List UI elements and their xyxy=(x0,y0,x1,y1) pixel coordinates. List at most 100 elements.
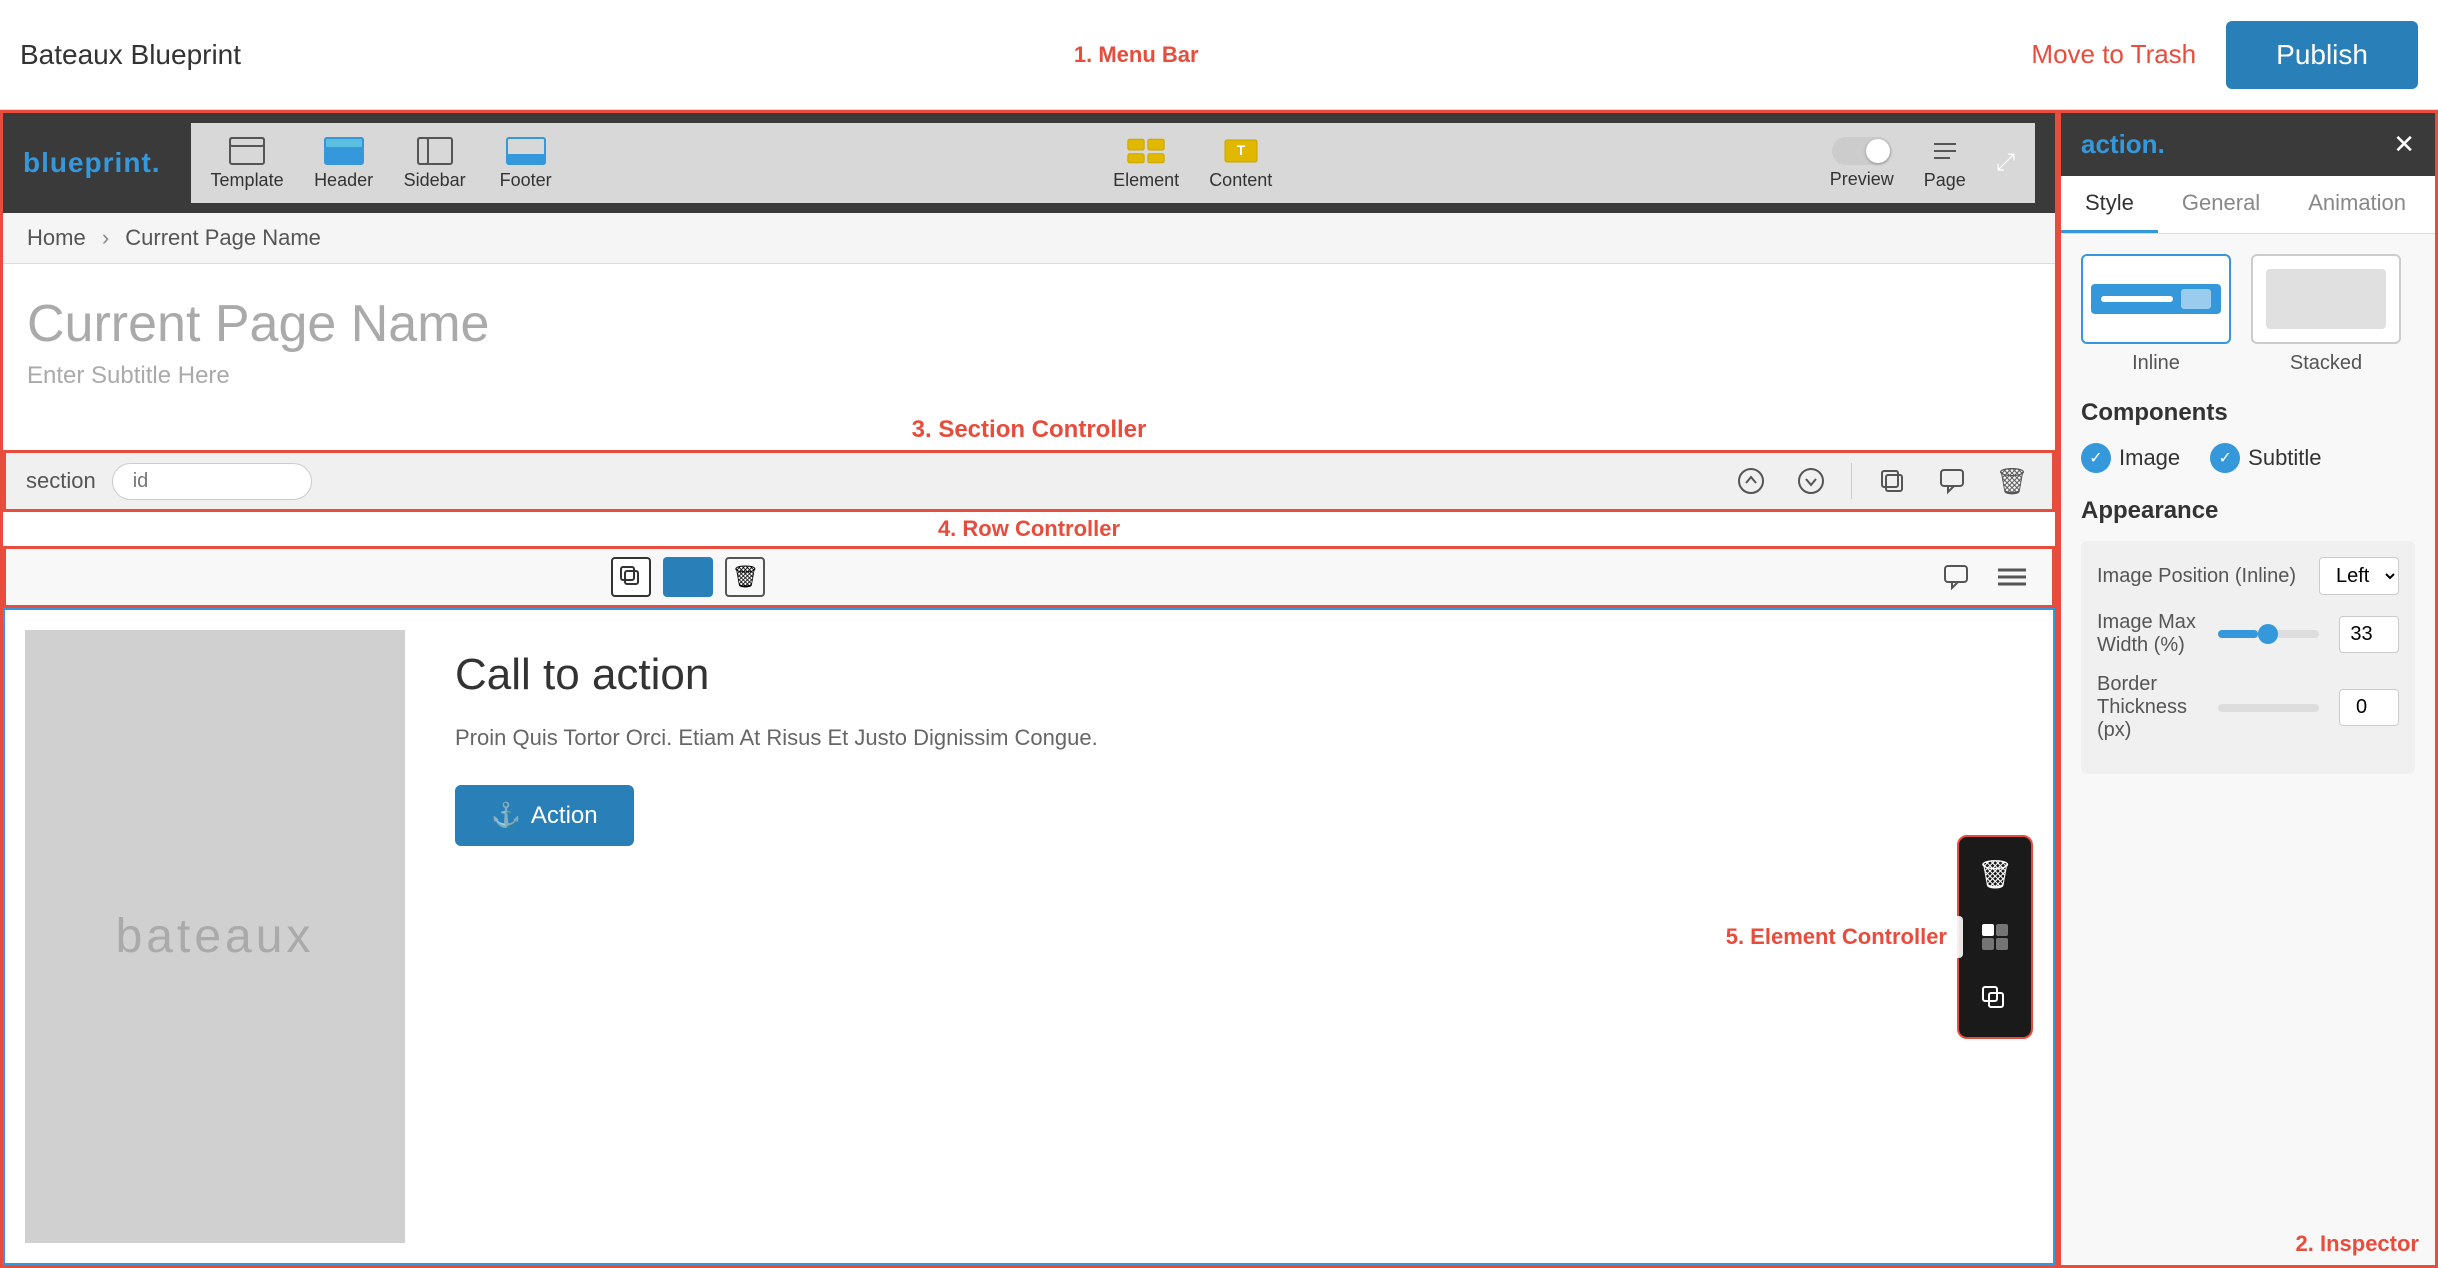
template-icon xyxy=(227,136,267,166)
border-thickness-slider[interactable] xyxy=(2218,704,2319,712)
toolbar-tools: Template Header Sidebar xyxy=(191,123,2035,203)
section-divider xyxy=(1851,463,1852,499)
content-area: bateaux Call to action Proin Quis Tortor… xyxy=(3,608,2055,1265)
subtitle-check-icon: ✓ xyxy=(2210,443,2240,473)
appearance-section-title: Appearance xyxy=(2081,497,2415,525)
tab-style[interactable]: Style xyxy=(2061,176,2158,233)
row-ctrl-center: 🗑 xyxy=(611,557,765,597)
cta-button-label: Action xyxy=(531,802,598,830)
stacked-preview-bar xyxy=(2266,269,2386,329)
tab-animation[interactable]: Animation xyxy=(2284,176,2430,233)
main-layout: blueprint. Template Header xyxy=(0,110,2438,1268)
preview-switch[interactable] xyxy=(1832,137,1892,165)
svg-text:T: T xyxy=(1236,142,1245,158)
section-duplicate-button[interactable] xyxy=(1872,461,1912,501)
tool-footer[interactable]: Footer xyxy=(496,136,556,191)
section-actions: 🗑 xyxy=(1731,461,2032,501)
border-thickness-row: Border Thickness (px) xyxy=(2097,673,2399,742)
section-delete-button[interactable]: 🗑 xyxy=(1992,461,2032,501)
component-image-label: Image xyxy=(2119,445,2180,471)
image-max-width-row: Image Max Width (%) xyxy=(2097,611,2399,657)
publish-button[interactable]: Publish xyxy=(2226,21,2418,89)
element-controller: 🗑 xyxy=(1957,835,2033,1039)
image-max-width-input[interactable] xyxy=(2339,616,2399,653)
image-position-select[interactable]: Left xyxy=(2319,557,2399,595)
inspector-close-button[interactable]: ✕ xyxy=(2393,129,2415,160)
page-label-text: Page xyxy=(1924,170,1966,191)
page-header: Current Page Name Enter Subtitle Here xyxy=(3,264,2055,410)
preview-toggle[interactable]: Preview xyxy=(1830,137,1894,190)
row-copy-button[interactable] xyxy=(611,557,651,597)
footer-icon xyxy=(506,136,546,166)
page-icon xyxy=(1925,136,1965,166)
image-max-width-slider[interactable] xyxy=(2218,630,2319,638)
tool-header[interactable]: Header xyxy=(314,136,374,191)
component-subtitle[interactable]: ✓ Subtitle xyxy=(2210,443,2321,473)
appearance-section: Image Position (Inline) Left Image Max W… xyxy=(2081,541,2415,774)
blueprint-brand: blueprint. xyxy=(23,147,161,179)
inline-preview-bar xyxy=(2091,284,2221,314)
section-move-down-button[interactable] xyxy=(1791,461,1831,501)
tool-page[interactable]: Page xyxy=(1924,136,1966,191)
style-option-stacked[interactable]: Stacked xyxy=(2251,254,2401,375)
component-image[interactable]: ✓ Image xyxy=(2081,443,2180,473)
inspector-bottom-label: 2. Inspector xyxy=(2061,1223,2435,1265)
page-title: Current Page Name xyxy=(27,294,2031,354)
section-controller: section 🗑 xyxy=(3,450,2055,512)
components-row: ✓ Image ✓ Subtitle xyxy=(2081,443,2415,473)
image-placeholder: bateaux xyxy=(25,630,405,1243)
border-thickness-label: Border Thickness (px) xyxy=(2097,673,2198,742)
header-icon xyxy=(324,136,364,166)
placeholder-text: bateaux xyxy=(116,909,315,964)
breadcrumb-separator: › xyxy=(102,225,109,250)
style-inline-label: Inline xyxy=(2132,352,2180,375)
footer-label: Footer xyxy=(500,170,552,191)
header-label: Header xyxy=(314,170,373,191)
cta-action-button[interactable]: ⚓ Action xyxy=(455,785,634,846)
inspector-header: action. ✕ xyxy=(2061,113,2435,176)
element-move-button[interactable] xyxy=(1969,911,2021,963)
tab-general[interactable]: General xyxy=(2158,176,2284,233)
move-to-trash-button[interactable]: Move to Trash xyxy=(2031,39,2196,70)
section-comment-button[interactable] xyxy=(1932,461,1972,501)
breadcrumb-home[interactable]: Home xyxy=(27,225,86,250)
inspector-tabs: Style General Animation xyxy=(2061,176,2435,234)
menu-bar-label: 1. Menu Bar xyxy=(1074,42,1199,68)
row-color-button[interactable] xyxy=(663,557,713,597)
row-controller: 🗑 xyxy=(3,546,2055,608)
element-delete-button[interactable]: 🗑 xyxy=(1969,849,2021,901)
inline-box xyxy=(2181,289,2211,309)
element-copy-button[interactable] xyxy=(1969,973,2021,1025)
tool-template[interactable]: Template xyxy=(211,136,284,191)
row-delete-button[interactable]: 🗑 xyxy=(725,557,765,597)
expand-icon[interactable]: ⤢ xyxy=(1996,149,2015,177)
content-icon: T xyxy=(1221,136,1261,166)
style-option-inline[interactable]: Inline xyxy=(2081,254,2231,375)
section-id-input[interactable] xyxy=(112,463,312,500)
content-label: Content xyxy=(1209,170,1272,191)
element-controller-label-container: 5. Element Controller xyxy=(1710,916,1963,958)
inline-bar xyxy=(2101,296,2173,302)
tool-content[interactable]: T Content xyxy=(1209,136,1272,191)
slider-fill xyxy=(2218,630,2258,638)
section-controller-label-row: 3. Section Controller xyxy=(3,410,2055,450)
component-subtitle-label: Subtitle xyxy=(2248,445,2321,471)
row-menu-button[interactable] xyxy=(1992,557,2032,597)
center-content: blueprint. Template Header xyxy=(0,110,2058,1268)
inspector-title: action. xyxy=(2081,129,2165,160)
cta-body: Proin Quis Tortor Orci. Etiam At Risus E… xyxy=(455,720,2023,755)
sidebar-label: Sidebar xyxy=(404,170,466,191)
image-position-label: Image Position (Inline) xyxy=(2097,565,2309,588)
cta-title: Call to action xyxy=(455,650,2023,700)
style-stacked-label: Stacked xyxy=(2290,352,2362,375)
tool-element[interactable]: Element xyxy=(1113,136,1179,191)
slider-handle xyxy=(2258,624,2278,644)
section-move-up-button[interactable] xyxy=(1731,461,1771,501)
row-comment-button[interactable] xyxy=(1936,557,1976,597)
preview-label: Preview xyxy=(1830,169,1894,190)
blueprint-toolbar: blueprint. Template Header xyxy=(3,113,2055,213)
tool-sidebar[interactable]: Sidebar xyxy=(404,136,466,191)
style-preview-stacked xyxy=(2251,254,2401,344)
components-section-title: Components xyxy=(2081,399,2415,427)
border-thickness-input[interactable] xyxy=(2339,689,2399,726)
